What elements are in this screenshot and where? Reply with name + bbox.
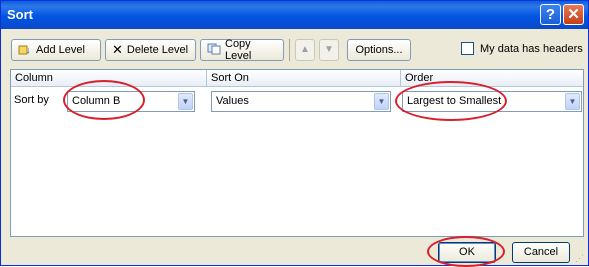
resize-grip-icon[interactable]: ⋰ — [575, 253, 584, 264]
delete-x-icon: ✕ — [112, 42, 123, 57]
order-header: Order — [401, 70, 583, 87]
sort-on-header: Sort On — [207, 70, 401, 87]
options-label: Options... — [355, 44, 403, 56]
question-mark-icon: ? — [545, 6, 556, 23]
arrow-down-icon: ▼ — [324, 44, 334, 55]
ok-label: OK — [459, 246, 475, 258]
dialog-title: Sort — [7, 7, 33, 22]
help-button[interactable]: ? — [540, 4, 561, 25]
column-header: Column — [11, 70, 207, 87]
sort-on-select-value: Values — [216, 95, 249, 107]
sort-on-select[interactable]: Values ▼ — [211, 91, 391, 112]
add-level-button[interactable]: ↓ Add Level — [11, 39, 101, 61]
move-up-button[interactable]: ▲ — [295, 39, 315, 61]
add-level-icon: ↓ — [18, 43, 32, 58]
toolbar-separator — [289, 39, 290, 61]
title-bar: Sort ? ✕ — [1, 1, 588, 29]
chevron-down-icon[interactable]: ▼ — [374, 93, 389, 110]
arrow-up-icon: ▲ — [300, 44, 310, 55]
column-select[interactable]: Column B ▼ — [67, 91, 195, 112]
options-button[interactable]: Options... — [347, 39, 411, 61]
close-button[interactable]: ✕ — [563, 4, 584, 25]
column-select-value: Column B — [72, 95, 121, 107]
copy-level-label: Copy Level — [225, 38, 252, 62]
headers-checkbox[interactable] — [461, 42, 474, 55]
sort-dialog: Sort ? ✕ ↓ Add Level ✕ Delete Level Copy… — [0, 0, 589, 267]
cancel-button[interactable]: Cancel — [512, 242, 570, 263]
chevron-down-icon[interactable]: ▼ — [178, 93, 193, 110]
copy-level-button[interactable]: Copy Level — [200, 38, 284, 62]
sort-levels-grid: Column Sort On Order Sort by Column B ▼ … — [10, 69, 584, 237]
delete-level-button[interactable]: ✕ Delete Level — [105, 39, 196, 61]
svg-text:↓: ↓ — [26, 45, 31, 55]
ok-button[interactable]: OK — [438, 242, 496, 263]
headers-checkbox-label: My data has headers — [480, 42, 583, 55]
order-select-value: Largest to Smallest — [407, 95, 502, 107]
close-icon: ✕ — [567, 6, 580, 23]
chevron-down-icon[interactable]: ▼ — [565, 93, 580, 110]
copy-icon — [207, 43, 221, 58]
add-level-label: Add Level — [36, 44, 85, 56]
delete-level-label: Delete Level — [126, 44, 189, 56]
cancel-label: Cancel — [523, 246, 559, 258]
move-down-button[interactable]: ▼ — [319, 39, 339, 61]
headers-checkbox-row[interactable]: My data has headers — [461, 42, 583, 55]
order-select[interactable]: Largest to Smallest ▼ — [402, 91, 582, 112]
sort-by-label: Sort by — [14, 94, 49, 106]
